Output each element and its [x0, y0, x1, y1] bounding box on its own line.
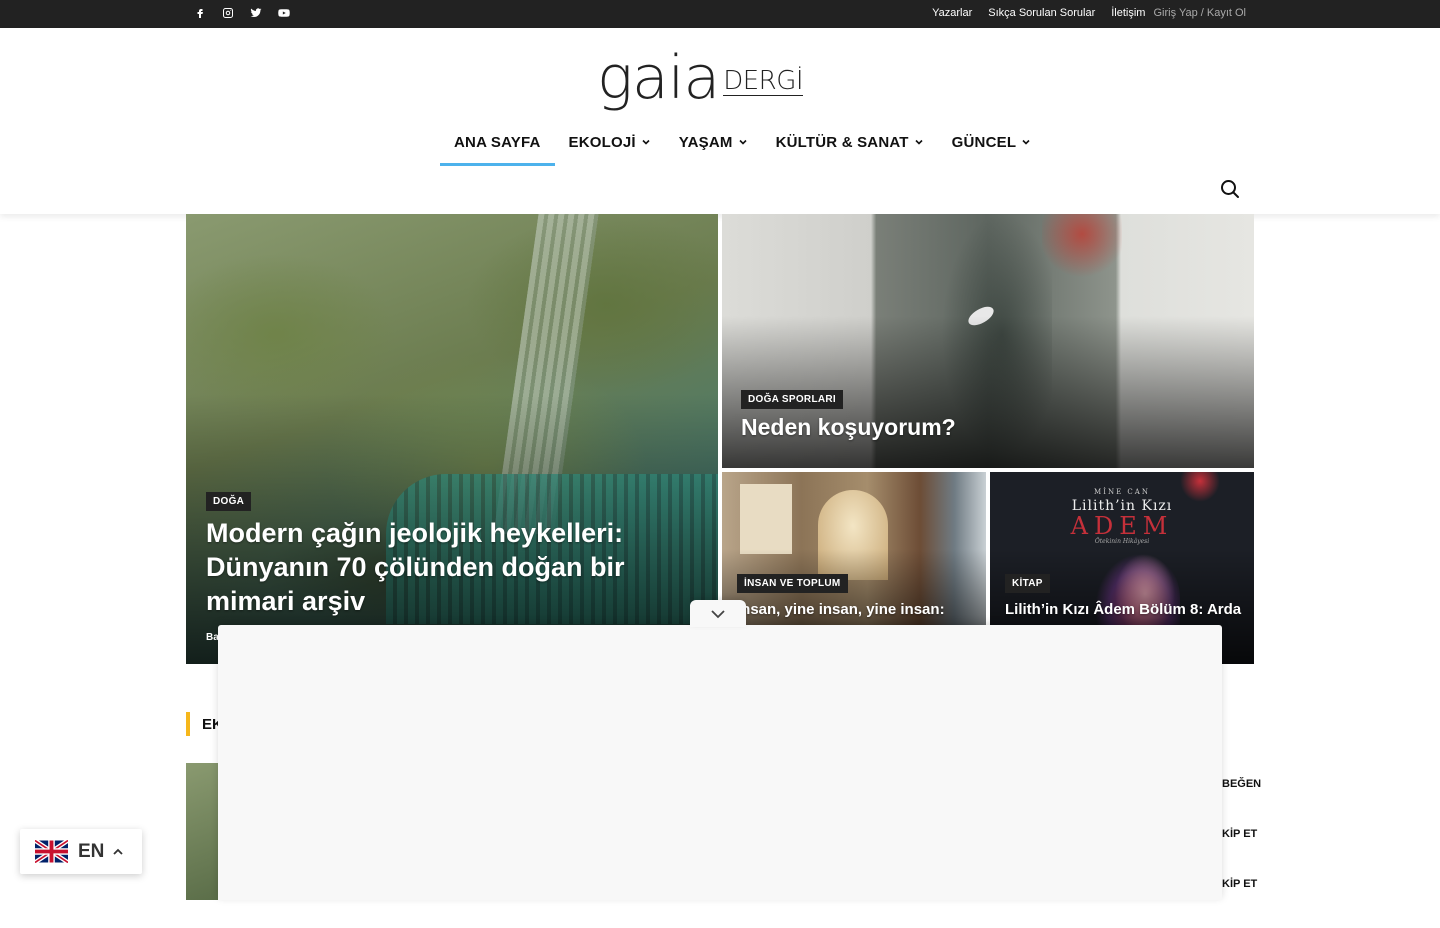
writers-link[interactable]: Yazarlar	[932, 7, 972, 19]
cover-author: MİNE CAN	[1094, 488, 1150, 496]
nav-item-home[interactable]: ANA SAYFA	[440, 118, 555, 166]
language-switcher[interactable]: EN	[20, 829, 142, 874]
featured-grid: DOĞA Modern çağın jeolojik heykelleri: D…	[186, 214, 1254, 664]
chevron-down-icon	[915, 139, 923, 145]
category-badge[interactable]: DOĞA	[206, 492, 252, 511]
nav-item-culture-art[interactable]: KÜLTÜR & SANAT	[762, 118, 938, 166]
category-badge[interactable]: DOĞA SPORLARI	[741, 390, 843, 409]
nav-item-label: ANA SAYFA	[454, 133, 541, 151]
cover-name: ADEM	[1070, 512, 1174, 540]
nav-item-life[interactable]: YAŞAM	[665, 118, 762, 166]
chevron-up-icon	[113, 848, 124, 855]
nav-item-label: EKOLOJİ	[568, 133, 636, 151]
chevron-down-icon	[711, 609, 725, 618]
site-header: gaia DERGİ ANA SAYFA EKOLOJİ YAŞAM KÜLTÜ…	[0, 28, 1440, 214]
twitter-icon[interactable]	[248, 5, 264, 21]
category-badge[interactable]: İNSAN VE TOPLUM	[737, 574, 848, 593]
top-bar: Yazarlar Sıkça Sorulan Sorular İletişim …	[0, 0, 1440, 28]
main-nav: ANA SAYFA EKOLOJİ YAŞAM KÜLTÜR & SANAT G…	[440, 118, 1045, 166]
author-name[interactable]: Ba	[206, 632, 219, 643]
chevron-down-icon	[1022, 139, 1030, 145]
card-image	[740, 484, 792, 554]
ad-collapse-button[interactable]	[690, 600, 746, 627]
article-title[interactable]: Neden koşuyorum?	[741, 412, 956, 442]
nav-item-current[interactable]: GÜNCEL	[938, 118, 1046, 166]
faq-link[interactable]: Sıkça Sorulan Sorular	[988, 7, 1095, 19]
article-title[interactable]: Modern çağın jeolojik heykelleri: Dünyan…	[206, 516, 626, 618]
article-title[interactable]: İnsan, yine insan, yine insan:	[737, 600, 945, 620]
nav-item-label: YAŞAM	[678, 133, 733, 151]
follow-label[interactable]: KİP ET	[1222, 828, 1261, 878]
like-label[interactable]: BEĞEN	[1222, 778, 1261, 828]
uk-flag-icon	[35, 840, 68, 863]
ad-overlay	[218, 625, 1222, 900]
featured-card-top-right[interactable]: DOĞA SPORLARI Neden koşuyorum?	[722, 214, 1254, 468]
chevron-down-icon	[642, 139, 650, 145]
social-links	[192, 5, 292, 21]
contact-link[interactable]: İletişim	[1111, 7, 1145, 19]
chevron-down-icon	[739, 139, 747, 145]
search-icon[interactable]	[1220, 179, 1240, 199]
featured-card-main[interactable]: DOĞA Modern çağın jeolojik heykelleri: D…	[186, 214, 718, 664]
language-code: EN	[78, 840, 105, 862]
section-accent	[186, 712, 190, 736]
youtube-icon[interactable]	[276, 5, 292, 21]
site-logo[interactable]: gaia DERGİ	[597, 43, 842, 113]
cover-subtitle: Ötekinin Hikâyesi	[1094, 538, 1150, 545]
facebook-icon[interactable]	[192, 5, 208, 21]
top-links: Yazarlar Sıkça Sorulan Sorular İletişim …	[932, 7, 1246, 19]
logo-main: gaia	[597, 43, 720, 113]
login-link[interactable]: Giriş Yap / Kayıt Ol	[1153, 7, 1246, 19]
nav-item-label: KÜLTÜR & SANAT	[775, 133, 909, 151]
social-counters: BEĞEN KİP ET KİP ET	[1222, 778, 1261, 928]
nav-item-label: GÜNCEL	[951, 133, 1017, 151]
article-title[interactable]: Lilith’in Kızı Âdem Bölüm 8: Arda	[1005, 600, 1241, 620]
follow-label[interactable]: KİP ET	[1222, 878, 1261, 928]
category-badge[interactable]: KİTAP	[1005, 574, 1050, 593]
nav-item-ecology[interactable]: EKOLOJİ	[555, 118, 665, 166]
instagram-icon[interactable]	[220, 5, 236, 21]
logo-sub: DERGİ	[723, 66, 804, 96]
